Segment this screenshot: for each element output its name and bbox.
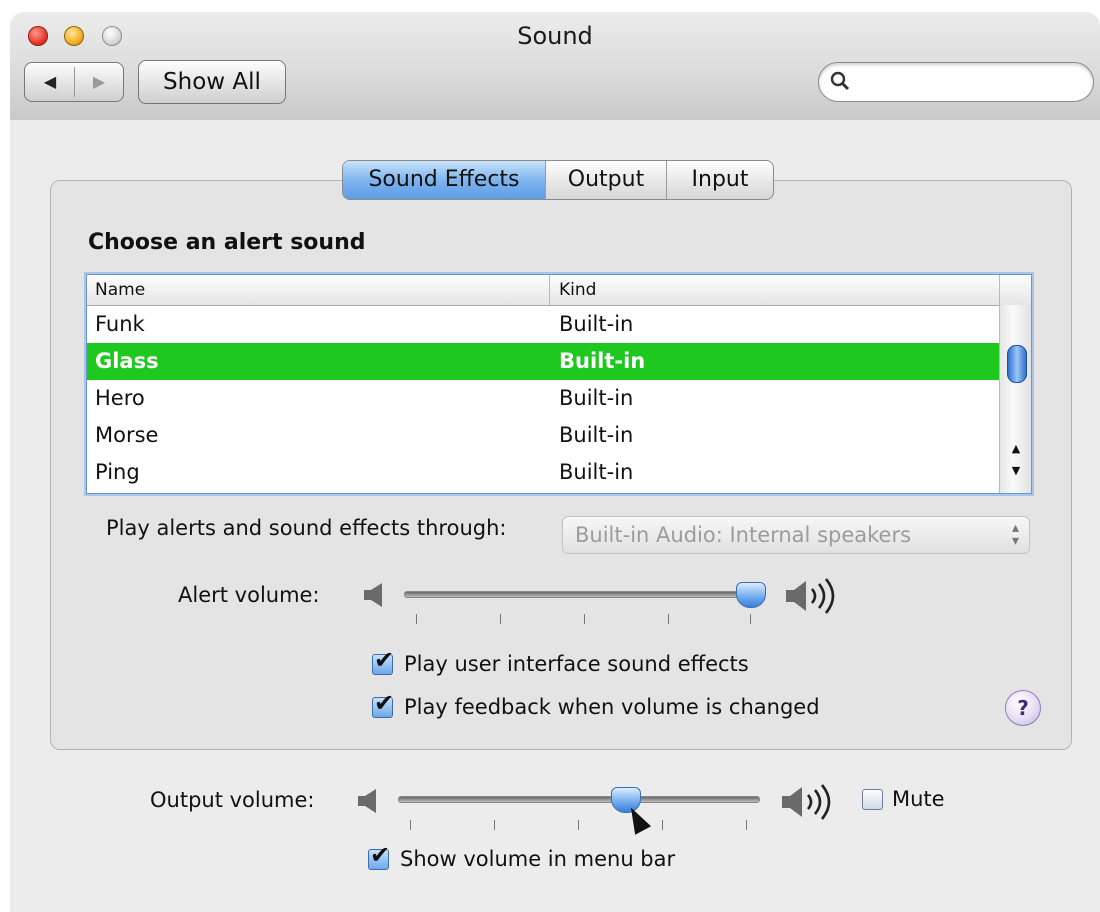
vertical-scrollbar[interactable]: ▲ ▼ [999, 305, 1031, 493]
slider-tick [410, 820, 411, 830]
play-through-label: Play alerts and sound effects through: [106, 516, 507, 540]
tab-bar: Sound Effects Output Input [342, 160, 774, 200]
show-all-button[interactable]: Show All [138, 60, 286, 104]
volume-feedback-label[interactable]: Play feedback when volume is changed [404, 695, 820, 719]
zoom-button[interactable] [102, 26, 122, 46]
alert-volume-track[interactable] [404, 591, 752, 598]
column-header-kind[interactable]: Kind [559, 275, 596, 305]
divider [74, 67, 75, 97]
row-name: Morse [95, 423, 159, 447]
speaker-high-icon [784, 576, 840, 623]
slider-tick [416, 614, 417, 624]
row-name: Hero [95, 386, 145, 410]
alert-sound-heading: Choose an alert sound [88, 230, 366, 255]
table-row[interactable]: Hero Built-in [87, 380, 999, 417]
show-volume-menubar-label[interactable]: Show volume in menu bar [400, 847, 675, 871]
volume-feedback-checkbox[interactable]: ✔ [372, 691, 394, 718]
row-name: Funk [95, 312, 145, 336]
back-forward-control[interactable]: ◀ ▶ [24, 62, 124, 102]
help-button[interactable]: ? [1005, 690, 1041, 726]
column-header-name[interactable]: Name [95, 275, 145, 305]
speaker-low-icon [356, 786, 382, 823]
slider-tick [500, 614, 501, 624]
checkmark-icon: ✔ [374, 646, 395, 674]
slider-tick [750, 614, 751, 624]
back-arrow-icon[interactable]: ◀ [38, 72, 62, 92]
row-kind: Built-in [559, 423, 634, 447]
speaker-high-icon [780, 782, 836, 829]
mute-label[interactable]: Mute [892, 787, 945, 811]
checkmark-icon: ✔ [370, 841, 391, 869]
row-kind: Built-in [559, 349, 646, 373]
slider-tick [662, 820, 663, 830]
table-header: Name Kind [87, 275, 1031, 306]
slider-tick [746, 820, 747, 830]
table-row[interactable]: Ping Built-in [87, 454, 999, 491]
column-divider [999, 275, 1000, 305]
slider-tick [584, 614, 585, 624]
output-device-popup[interactable]: Built-in Audio: Internal speakers ▴ ▾ [562, 516, 1030, 554]
table-row[interactable]: Funk Built-in [87, 306, 999, 343]
sound-preferences-window: Sound ◀ ▶ Show All Sound Effects Output … [0, 0, 1100, 912]
output-volume-track[interactable] [398, 796, 760, 803]
alert-volume-slider-knob[interactable] [736, 582, 766, 608]
speaker-low-icon [362, 580, 388, 617]
slider-tick [578, 820, 579, 830]
tab-input[interactable]: Input [667, 161, 773, 199]
row-kind: Built-in [559, 386, 634, 410]
minimize-button[interactable] [64, 26, 84, 46]
forward-arrow-icon[interactable]: ▶ [87, 72, 111, 92]
table-row[interactable]: Morse Built-in [87, 417, 999, 454]
slider-tick [494, 820, 495, 830]
mute-checkbox[interactable] [862, 789, 883, 810]
ui-sound-effects-checkbox[interactable]: ✔ [372, 648, 394, 675]
row-kind: Built-in [559, 312, 634, 336]
ui-sound-effects-label[interactable]: Play user interface sound effects [404, 652, 749, 676]
alert-volume-label: Alert volume: [178, 583, 320, 607]
output-device-value: Built-in Audio: Internal speakers [575, 523, 912, 547]
search-icon [829, 70, 851, 97]
close-button[interactable] [28, 26, 48, 46]
search-field[interactable] [818, 62, 1094, 102]
window-title: Sound [517, 22, 593, 50]
scroll-down-arrow-icon[interactable]: ▼ [1000, 461, 1031, 481]
scrollbar-thumb[interactable] [1007, 345, 1027, 383]
tab-sound-effects[interactable]: Sound Effects [343, 161, 546, 199]
row-name: Glass [95, 349, 159, 373]
slider-tick [668, 614, 669, 624]
output-volume-label: Output volume: [150, 788, 315, 812]
checkmark-icon: ✔ [374, 689, 395, 717]
column-divider [549, 275, 550, 305]
row-name: Ping [95, 460, 140, 484]
show-volume-menubar-checkbox[interactable]: ✔ [368, 843, 390, 870]
popup-arrows-icon: ▴ ▾ [1011, 520, 1019, 549]
row-kind: Built-in [559, 460, 634, 484]
scroll-up-arrow-icon[interactable]: ▲ [1000, 439, 1031, 459]
alert-sound-table: Name Kind Funk Built-in Glass Built-in H… [86, 274, 1032, 494]
table-row-selected[interactable]: Glass Built-in [87, 343, 999, 380]
tab-output[interactable]: Output [546, 161, 667, 199]
